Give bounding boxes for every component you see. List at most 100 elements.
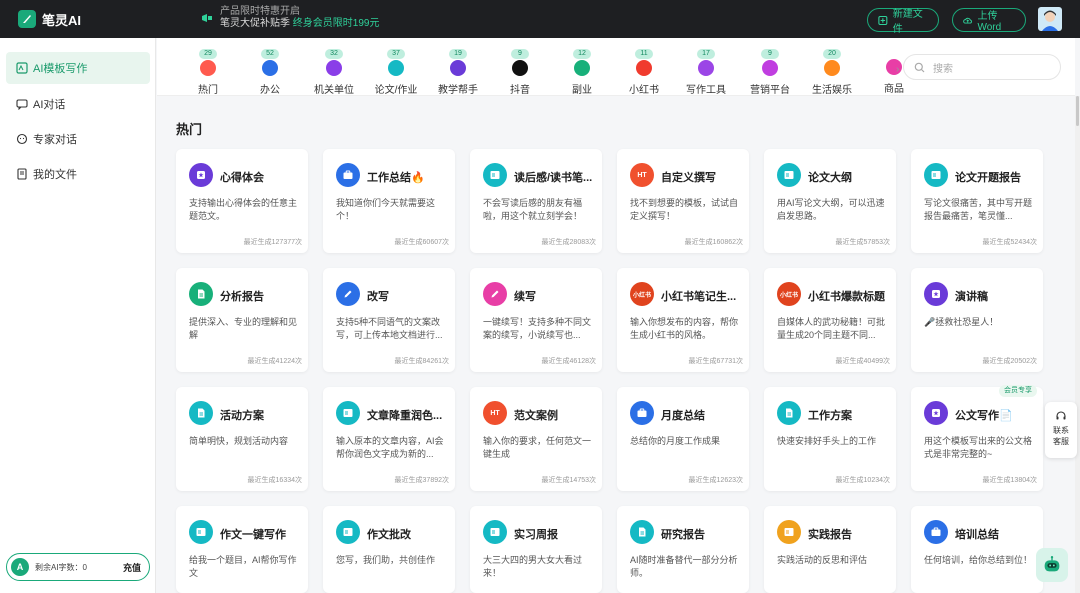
category-icon [262, 60, 278, 76]
card-title: 小红书爆款标题 [808, 291, 885, 303]
category-tab[interactable]: 29 热门 [181, 44, 235, 96]
expert-icon [16, 133, 28, 145]
doc-icon [189, 401, 213, 425]
template-card[interactable]: 读后感/读书笔... 不会写读后感的朋友有福啦，用这个就立刻学会！ 最近生成2808… [470, 149, 602, 253]
card-title: 公文写作📄 [955, 410, 1013, 422]
template-card[interactable]: 改写 支持5种不同语气的文案改写，可上传本地文档进行... 最近生成84261次 [323, 268, 455, 372]
category-count-badge: 52 [261, 49, 279, 59]
card-title: 论文大纲 [808, 172, 852, 184]
template-card[interactable]: 作文批改 您写，我们助，共创佳作 [323, 506, 455, 593]
card-description: 一键续写！支持多种不同文案的续写，小说续写也... [483, 317, 591, 340]
card-title: 小红书笔记生... [661, 291, 737, 303]
template-card[interactable]: 心得体会支持输出心得体会的任意主题范文。最近生成127377次 [176, 149, 308, 253]
category-icon [450, 60, 466, 76]
template-card[interactable]: 文章降重润色... 输入原本的文章内容，AI会帮你润色文字成为新的... 最近生成3… [323, 387, 455, 491]
template-card[interactable]: 演讲稿 🎤拯救社恐星人！ 最近生成20502次 [911, 268, 1043, 372]
category-count-badge: 32 [325, 49, 343, 59]
briefcase-icon [336, 163, 360, 187]
doc-icon [630, 520, 654, 544]
card-usage-count: 最近生成20502次 [982, 358, 1037, 365]
customer-service-button[interactable]: 联系 客服 [1045, 402, 1077, 458]
template-card[interactable]: 研究报告 AI随时准备替代一部分分析师。 [617, 506, 749, 593]
category-tab[interactable]: 52 办公 [243, 44, 297, 96]
doc-icon [777, 401, 801, 425]
sidebar-item-label: 我的文件 [33, 169, 77, 181]
file-icon [17, 168, 27, 180]
template-card[interactable]: 分析报告 提供深入、专业的理解和见解 最近生成41224次 [176, 268, 308, 372]
scrollbar-track[interactable] [1075, 96, 1080, 593]
template-card[interactable]: 续写 一键续写！支持多种不同文案的续写，小说续写也... 最近生成46128次 [470, 268, 602, 372]
template-card[interactable]: 实习周报 大三大四的男大女大看过来！ [470, 506, 602, 593]
template-card[interactable]: 活动方案 简单明快，规划活动内容 最近生成16334次 [176, 387, 308, 491]
new-file-button[interactable]: 新建文件 [867, 8, 939, 35]
card-description: 任何培训，给你总结到位！ [924, 555, 1032, 565]
category-tab[interactable]: 12 副业 [555, 44, 609, 96]
chat-icon [16, 99, 28, 110]
template-card[interactable]: 公文写作📄 用这个模板写出来的公文格式是非常完整的~ 最近生成13804次 会员专享 [911, 385, 1043, 491]
category-tab[interactable]: 37 论文/作业 [369, 44, 423, 96]
category-tab[interactable]: 19 教学帮手 [431, 44, 485, 96]
category-count-badge: 19 [449, 49, 467, 59]
card-description: 用这个模板写出来的公文格式是非常完整的~ [924, 436, 1032, 459]
template-card[interactable]: 论文大纲 用AI写论文大纲，可以迅速启发思路。 最近生成57853次 [764, 149, 896, 253]
template-card[interactable]: 工作总结🔥 我知道你们今天就需要这个！ 最近生成60607次 [323, 149, 455, 253]
promo-banner[interactable]: 产品限时特惠开启 笔灵大促补贴季 终身会员限时199元 [200, 6, 379, 30]
category-label: 机关单位 [314, 85, 354, 96]
template-card[interactable]: 月度总结 总结你的月度工作成果 最近生成12623次 [617, 387, 749, 491]
category-count-badge: 9 [511, 49, 529, 59]
app-logo[interactable]: 笔灵AI [18, 10, 81, 29]
category-tab[interactable]: 11 小红书 [617, 44, 671, 96]
card-title: 心得体会 [220, 172, 264, 184]
sidebar-item-expert-chat[interactable]: 专家对话 [6, 123, 150, 155]
upload-word-button[interactable]: 上传Word [952, 8, 1026, 33]
chevron-right-icon[interactable]: › [896, 64, 899, 75]
sidebar-item-ai-chat[interactable]: AI对话 [6, 88, 150, 120]
card-usage-count: 最近生成127377次 [243, 239, 302, 246]
template-card[interactable]: 实践报告 实践活动的反思和评估 [764, 506, 896, 593]
robot-assistant-icon[interactable] [1036, 548, 1068, 582]
category-label: 论文/作业 [374, 85, 418, 96]
card-description: 支持输出心得体会的任意主题范文。 [189, 198, 297, 221]
template-card[interactable]: HT 自定义撰写 找不到想要的模板，试试自定义撰写！ 最近生成160862次 [617, 149, 749, 253]
category-tab[interactable]: 20 生活娱乐 [805, 44, 859, 96]
search-input[interactable]: 搜索 [903, 54, 1061, 80]
promo-line2-highlight: 终身会员限时199元 [292, 18, 380, 29]
category-tab[interactable]: 17 写作工具 [679, 44, 733, 96]
category-label: 抖音 [510, 85, 530, 96]
category-tab[interactable]: 9 营销平台 [743, 44, 797, 96]
card-usage-count: 最近生成41224次 [247, 358, 302, 365]
template-card[interactable]: 小红书 小红书爆款标题 自媒体人的武功秘籍！可批量生成20个同主题不同... 最近生成… [764, 268, 896, 372]
card-description: 我知道你们今天就需要这个！ [336, 198, 436, 221]
sidebar: AI模板写作 AI对话 专家对话 我的文件 A 剩余AI字数：0 充值 [0, 38, 156, 593]
card-title: 工作方案 [808, 410, 852, 422]
card-title: 范文案例 [514, 410, 558, 422]
sidebar-item-ai-template[interactable]: AI模板写作 [6, 52, 150, 84]
category-icon [574, 60, 590, 76]
card-description: 总结你的月度工作成果 [630, 436, 721, 446]
card-title: 自定义撰写 [661, 172, 716, 184]
template-card[interactable]: 小红书 小红书笔记生... 输入你想发布的内容，帮你生成小红书的风格。 最近生成677… [617, 268, 749, 372]
category-tab[interactable]: 32 机关单位 [307, 44, 361, 96]
template-card[interactable]: 作文一键写作 给我一个题目，AI帮你写作文 [176, 506, 308, 593]
book-icon [483, 520, 507, 544]
avatar[interactable] [1038, 7, 1062, 31]
card-description: 实践活动的反思和评估 [777, 555, 868, 565]
sidebar-item-label: AI模板写作 [33, 63, 88, 75]
template-card[interactable]: 培训总结 任何培训，给你总结到位！ [911, 506, 1043, 593]
card-title: 文章降重润色... [367, 410, 443, 422]
card-title: 实习周报 [514, 529, 558, 541]
scrollbar-thumb[interactable] [1076, 96, 1079, 126]
category-tab[interactable]: 9 抖音 [493, 44, 547, 96]
category-icon [512, 60, 528, 76]
category-icon [886, 59, 902, 75]
template-card[interactable]: 工作方案 快速安排好手头上的工作 最近生成10234次 [764, 387, 896, 491]
card-usage-count: 最近生成160862次 [684, 239, 743, 246]
template-card[interactable]: 论文开题报告 写论文很痛苦，其中写开题报告最痛苦，笔灵懂... 最近生成52434次 [911, 149, 1043, 253]
promo-line1: 产品限时特惠开启 [220, 6, 300, 17]
ai-quota: A 剩余AI字数：0 充值 [6, 553, 150, 581]
briefcase-icon [630, 401, 654, 425]
recharge-button[interactable]: 充值 [123, 561, 141, 574]
sidebar-item-my-files[interactable]: 我的文件 [6, 158, 150, 190]
template-card[interactable]: HT 范文案例 输入你的要求，任何范文一键生成 最近生成14753次 [470, 387, 602, 491]
card-title: 改写 [367, 291, 389, 303]
